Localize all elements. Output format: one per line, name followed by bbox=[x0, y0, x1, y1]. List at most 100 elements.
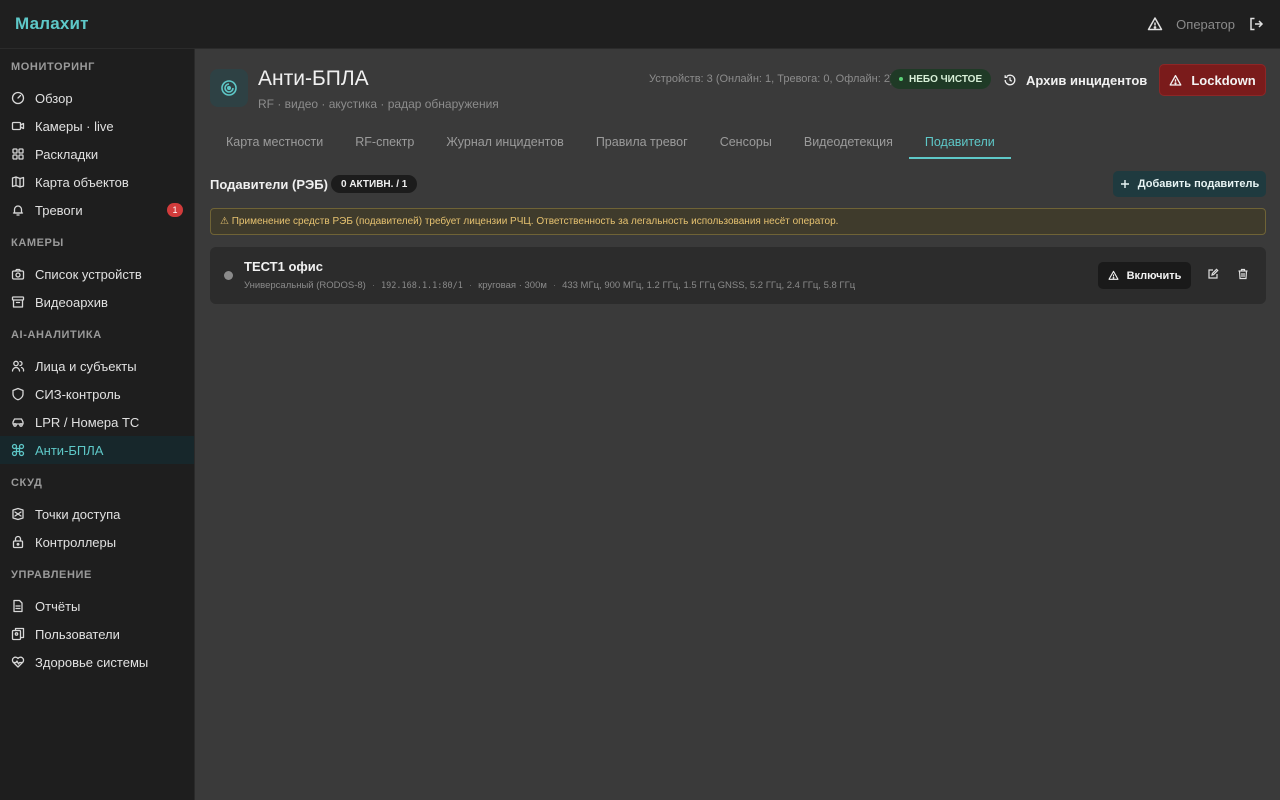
sidebar-item-label: Здоровье системы bbox=[35, 654, 149, 670]
jammer-card: ТЕСТ1 офис Универсальный (RODOS-8) · 192… bbox=[210, 247, 1266, 304]
sidebar: МОНИТОРИНГ Обзор Камеры · live Раскладки Кар… bbox=[0, 49, 195, 800]
active-count-badge: 0 АКТИВН. / 1 bbox=[331, 175, 418, 193]
sky-status-label: НЕБО ЧИСТОЕ bbox=[909, 73, 983, 85]
incident-archive-label: Архив инцидентов bbox=[1026, 72, 1148, 88]
door-icon bbox=[11, 507, 25, 521]
jammer-name: ТЕСТ1 офис bbox=[244, 259, 323, 274]
top-bar: Малахит Оператор bbox=[0, 0, 1280, 49]
users-icon bbox=[11, 359, 25, 373]
sidebar-item-label: Лица и субъекты bbox=[35, 358, 137, 374]
sidebar-item[interactable]: Лица и субъекты bbox=[0, 352, 194, 380]
tab[interactable]: Видеодетекция bbox=[788, 124, 909, 159]
brand-logo[interactable]: Малахит bbox=[15, 14, 89, 34]
sidebar-item-label: Список устройств bbox=[35, 266, 142, 282]
alert-triangle-icon bbox=[1108, 270, 1119, 280]
sidebar-item-label: Карта объектов bbox=[35, 174, 129, 190]
sidebar-item[interactable]: Тревоги 1 bbox=[0, 196, 194, 224]
sidebar-section-title: МОНИТОРИНГ bbox=[11, 61, 95, 73]
sidebar-item-label: Контроллеры bbox=[35, 534, 117, 550]
map-icon bbox=[11, 175, 25, 189]
sidebar-item[interactable]: Анти-БПЛА bbox=[0, 436, 194, 464]
shield-icon bbox=[11, 387, 25, 401]
sidebar-section-title: КАМЕРЫ bbox=[11, 237, 64, 249]
sidebar-item[interactable]: Карта объектов bbox=[0, 168, 194, 196]
tab[interactable]: Правила тревог bbox=[580, 124, 704, 159]
gauge-icon bbox=[11, 91, 25, 105]
sidebar-item-label: Обзор bbox=[35, 90, 73, 106]
jammer-pattern: круговая · 300м bbox=[478, 280, 547, 291]
sidebar-item-label: Точки доступа bbox=[35, 506, 121, 522]
incident-archive-button[interactable]: Архив инцидентов bbox=[1003, 68, 1147, 92]
sidebar-section-title: СКУД bbox=[11, 477, 43, 489]
license-warning: ⚠ Применение средств РЭБ (подавителей) т… bbox=[210, 208, 1266, 235]
video-icon bbox=[11, 119, 25, 133]
sidebar-item-label: Тревоги bbox=[35, 202, 83, 218]
lockdown-label: Lockdown bbox=[1191, 72, 1256, 88]
sidebar-section-title: УПРАВЛЕНИЕ bbox=[11, 569, 92, 581]
sidebar-item[interactable]: СИЗ-контроль bbox=[0, 380, 194, 408]
sidebar-item[interactable]: Здоровье системы bbox=[0, 648, 194, 676]
add-jammer-button[interactable]: Добавить подавитель bbox=[1113, 171, 1266, 197]
sidebar-item[interactable]: LPR / Номера ТС bbox=[0, 408, 194, 436]
offline-status-dot bbox=[224, 271, 233, 280]
tab[interactable]: RF-спектр bbox=[339, 124, 430, 159]
section-title: Подавители (РЭБ) bbox=[210, 177, 328, 192]
sidebar-item[interactable]: Видеоархив bbox=[0, 288, 194, 316]
jammer-bands: 433 МГц, 900 МГц, 1.2 ГГц, 1.5 ГГц GNSS,… bbox=[562, 280, 856, 291]
camera-icon bbox=[11, 267, 25, 281]
sidebar-item[interactable]: Список устройств bbox=[0, 260, 194, 288]
grid-icon bbox=[11, 147, 25, 161]
tab[interactable]: Подавители bbox=[908, 124, 1011, 159]
meta-separator: · bbox=[371, 280, 375, 291]
bell-icon bbox=[11, 203, 25, 217]
user-role-label[interactable]: Оператор bbox=[1176, 17, 1235, 32]
sidebar-item-label: Раскладки bbox=[35, 146, 99, 162]
alert-count-badge: 1 bbox=[167, 203, 183, 217]
sidebar-item[interactable]: Точки доступа bbox=[0, 500, 194, 528]
topbar-actions: Оператор bbox=[1146, 15, 1265, 33]
sidebar-item[interactable]: Пользователи bbox=[0, 620, 194, 648]
lock-icon bbox=[11, 535, 25, 549]
enable-jammer-label: Включить bbox=[1126, 269, 1182, 282]
lockdown-button[interactable]: Lockdown bbox=[1159, 64, 1266, 96]
archive-icon bbox=[11, 295, 25, 309]
jammer-meta: Универсальный (RODOS-8) · 192.168.1.1:80… bbox=[244, 280, 855, 291]
tab[interactable]: Журнал инцидентов bbox=[430, 124, 579, 159]
sidebar-item[interactable]: Отчёты bbox=[0, 592, 194, 620]
meta-separator: · bbox=[552, 280, 557, 291]
trash-icon[interactable] bbox=[1237, 268, 1251, 282]
tab[interactable]: Сенсоры bbox=[704, 124, 788, 159]
sidebar-item-label: Камеры · live bbox=[35, 118, 114, 134]
logout-icon[interactable] bbox=[1247, 15, 1265, 33]
drone-icon bbox=[11, 443, 25, 457]
sidebar-item[interactable]: Обзор bbox=[0, 84, 194, 112]
report-icon bbox=[11, 599, 25, 613]
sidebar-item-label: СИЗ-контроль bbox=[35, 386, 121, 402]
page-header: Анти-БПЛА RF · видео · акустика · радар … bbox=[210, 64, 1266, 114]
radar-icon bbox=[210, 69, 248, 107]
page-subtitle: RF · видео · акустика · радар обнаружени… bbox=[258, 97, 499, 111]
status-dot-icon bbox=[899, 77, 903, 81]
device-status-summary: Устройств: 3 (Онлайн: 1, Тревога: 0, Офл… bbox=[649, 73, 894, 85]
alert-triangle-icon[interactable] bbox=[1146, 15, 1164, 33]
sidebar-item-label: Анти-БПЛА bbox=[35, 442, 104, 458]
add-jammer-label: Добавить подавитель bbox=[1137, 178, 1260, 190]
plus-icon bbox=[1120, 180, 1129, 188]
edit-icon[interactable] bbox=[1207, 268, 1221, 282]
sidebar-item-label: Видеоархив bbox=[35, 294, 108, 310]
history-icon bbox=[1004, 74, 1016, 86]
page-title: Анти-БПЛА bbox=[258, 67, 369, 90]
tab-bar: Карта местности RF-спектр Журнал инциденто… bbox=[210, 124, 1266, 159]
jammer-model: Универсальный (RODOS-8) bbox=[244, 280, 366, 291]
jammer-address: 192.168.1.1:80/1 bbox=[381, 280, 463, 291]
sidebar-item[interactable]: Раскладки bbox=[0, 140, 194, 168]
copy-users-icon bbox=[11, 627, 25, 641]
car-icon bbox=[11, 415, 25, 429]
sidebar-item[interactable]: Камеры · live bbox=[0, 112, 194, 140]
heart-pulse-icon bbox=[11, 655, 25, 669]
sidebar-item[interactable]: Контроллеры bbox=[0, 528, 194, 556]
sidebar-item-label: Пользователи bbox=[35, 626, 120, 642]
enable-jammer-button[interactable]: Включить bbox=[1098, 262, 1191, 289]
sidebar-item-label: LPR / Номера ТС bbox=[35, 414, 140, 430]
tab[interactable]: Карта местности bbox=[210, 124, 339, 159]
